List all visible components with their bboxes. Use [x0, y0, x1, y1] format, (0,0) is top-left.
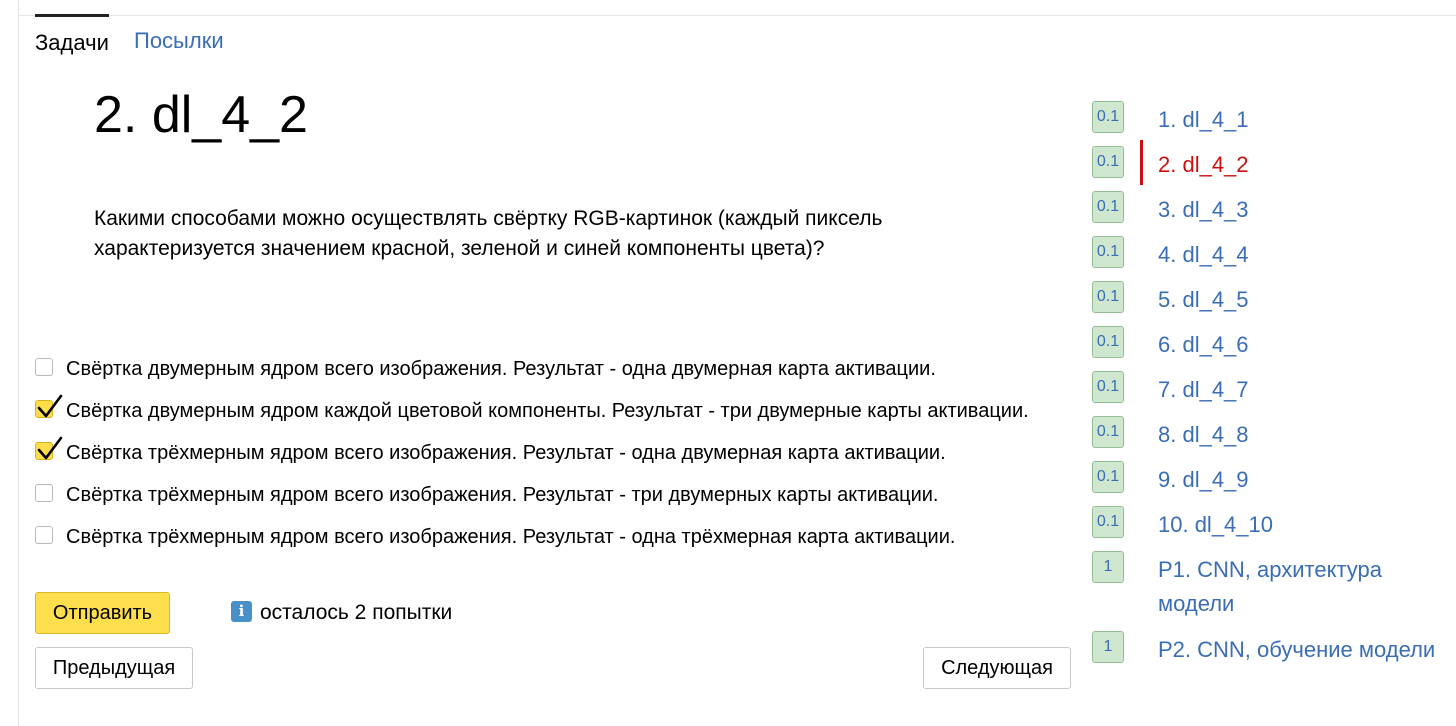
- nav-item-label[interactable]: 3. dl_4_3: [1158, 193, 1438, 227]
- score-badge: 0.1: [1092, 326, 1124, 358]
- answer-option-label: Свёртка двумерным ядром всего изображени…: [66, 358, 936, 380]
- nav-item-label[interactable]: 10. dl_4_10: [1158, 508, 1438, 542]
- problem-statement: Какими способами можно осуществлять свёр…: [94, 207, 883, 260]
- score-badge: 0.1: [1092, 461, 1124, 493]
- nav-item-label[interactable]: 9. dl_4_9: [1158, 463, 1438, 497]
- score-badge: 0.1: [1092, 236, 1124, 268]
- tab-tasks[interactable]: Задачи: [35, 14, 109, 54]
- nav-item-label[interactable]: 4. dl_4_4: [1158, 238, 1438, 272]
- score-badge: 1: [1092, 551, 1124, 583]
- checkmark-icon: [37, 436, 63, 460]
- score-badge: 0.1: [1092, 506, 1124, 538]
- active-indicator: [1140, 140, 1143, 185]
- nav-item-label[interactable]: P1. CNN, архитектура модели: [1158, 553, 1438, 621]
- next-button[interactable]: Следующая: [923, 647, 1071, 689]
- checkbox[interactable]: [35, 484, 53, 502]
- checkbox-checked[interactable]: [35, 436, 63, 460]
- answer-option-label: Свёртка трёхмерным ядром всего изображен…: [66, 484, 939, 506]
- nav-item-label[interactable]: 5. dl_4_5: [1158, 283, 1438, 317]
- nav-item-label[interactable]: 2. dl_4_2: [1158, 148, 1438, 182]
- attempts-remaining: осталось 2 попытки: [260, 601, 453, 624]
- score-badge: 0.1: [1092, 416, 1124, 448]
- score-badge: 0.1: [1092, 191, 1124, 223]
- score-badge: 1: [1092, 631, 1124, 663]
- left-divider: [18, 0, 19, 726]
- checkbox-checked[interactable]: [35, 394, 63, 418]
- answer-option-label: Свёртка трёхмерным ядром всего изображен…: [66, 442, 946, 464]
- checkbox[interactable]: [35, 358, 53, 376]
- checkmark-icon: [37, 394, 63, 418]
- nav-item-label[interactable]: 7. dl_4_7: [1158, 373, 1438, 407]
- answer-option-label: Свёртка трёхмерным ядром всего изображен…: [66, 526, 956, 548]
- nav-item-label[interactable]: 6. dl_4_6: [1158, 328, 1438, 362]
- previous-button[interactable]: Предыдущая: [35, 647, 193, 689]
- score-badge: 0.1: [1092, 146, 1124, 178]
- answer-option-label: Свёртка двумерным ядром каждой цветовой …: [66, 400, 1029, 422]
- checkbox[interactable]: [35, 526, 53, 544]
- score-badge: 0.1: [1092, 101, 1124, 133]
- nav-item-label[interactable]: 8. dl_4_8: [1158, 418, 1438, 452]
- submit-button[interactable]: Отправить: [35, 592, 170, 634]
- nav-item-label[interactable]: P2. CNN, обучение модели: [1158, 633, 1438, 667]
- score-badge: 0.1: [1092, 281, 1124, 313]
- score-badge: 0.1: [1092, 371, 1124, 403]
- problem-title: 2. dl_4_2: [94, 86, 308, 144]
- nav-item-label[interactable]: 1. dl_4_1: [1158, 103, 1438, 137]
- tab-submissions[interactable]: Посылки: [134, 15, 224, 52]
- top-divider: [19, 15, 1456, 16]
- info-icon: i: [231, 601, 252, 622]
